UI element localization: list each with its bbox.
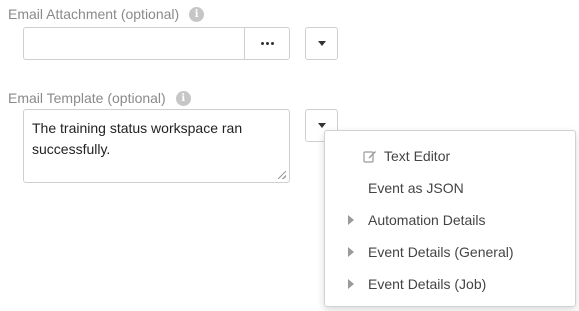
menu-item-label: Text Editor [384,148,451,164]
menu-item-event-details-job[interactable]: Event Details (Job) [325,268,575,300]
caret-right-icon [348,279,354,289]
chevron-down-icon [317,123,326,128]
caret-right-icon [348,247,354,257]
template-label-text: Email Template (optional) [8,90,166,106]
template-insert-menu: Text Editor Event as JSON Automation Det… [324,130,576,307]
menu-item-label: Event Details (General) [368,244,514,260]
template-label: Email Template (optional) i [8,90,191,106]
info-icon[interactable]: i [189,6,205,22]
attachment-label-text: Email Attachment (optional) [8,6,180,22]
ellipsis-icon [260,42,274,45]
menu-item-label: Event Details (Job) [368,276,487,292]
menu-item-label: Automation Details [368,212,486,228]
caret-right-icon [348,215,354,225]
template-text: The training status workspace ran succes… [32,120,243,157]
info-icon[interactable]: i [175,90,191,106]
attachment-label: Email Attachment (optional) i [8,6,205,22]
menu-item-automation-details[interactable]: Automation Details [325,204,575,236]
browse-button[interactable] [244,27,290,60]
menu-item-text-editor[interactable]: Text Editor [325,140,575,172]
resize-handle[interactable] [278,171,286,179]
attachment-dropdown-button[interactable] [305,27,338,60]
template-textarea[interactable]: The training status workspace ran succes… [23,109,290,183]
chevron-down-icon [317,41,326,46]
edit-icon [363,151,376,163]
menu-item-event-json[interactable]: Event as JSON [325,172,575,204]
menu-item-event-details-general[interactable]: Event Details (General) [325,236,575,268]
menu-item-label: Event as JSON [368,180,464,196]
attachment-input[interactable] [23,27,245,60]
